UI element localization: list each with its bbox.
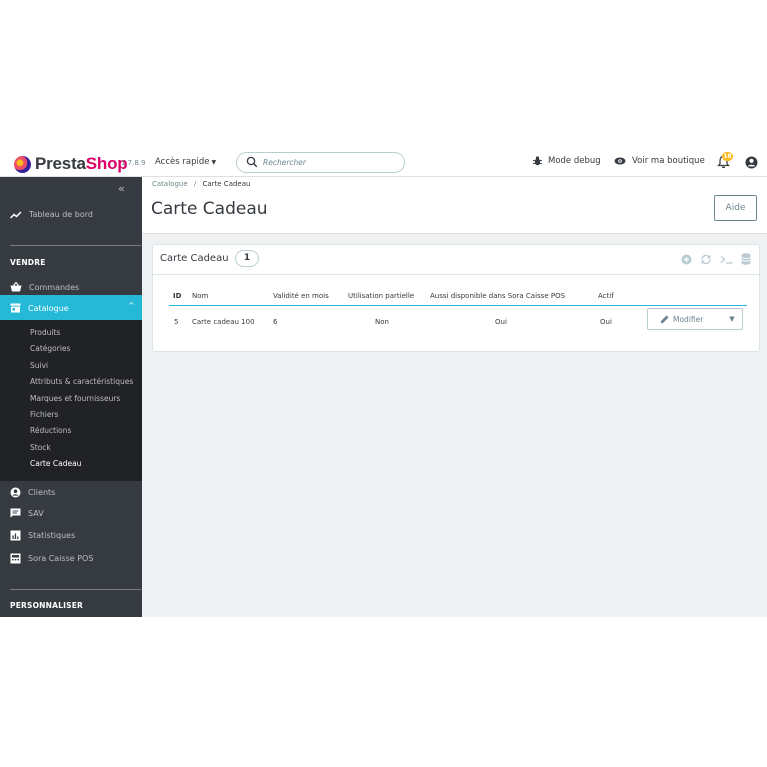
sidebar-item-label: Sora Caisse POS [28,554,94,563]
list-count-badge: 1 [235,250,259,267]
sidebar-item-label: Catalogue [28,303,69,313]
prestashop-logo[interactable]: PrestaShop [14,154,128,174]
sidebar-section-customize: PERSONNALISER [10,601,84,610]
help-button[interactable]: Aide [714,195,757,221]
sidebar-divider [10,589,141,590]
edit-button[interactable]: Modifier [648,309,722,329]
cell-partial-use: Non [375,318,389,326]
submenu-item-files[interactable]: Fichiers [30,410,58,419]
version-label: 1.7.8.9 [121,159,146,167]
sidebar-item-label: SAV [28,508,44,518]
message-icon [10,508,21,518]
add-new-icon[interactable] [681,254,692,265]
panel-title: Carte Cadeau [160,253,229,264]
bug-icon [533,156,542,166]
sidebar-item-catalog-row[interactable]: Catalogue [10,303,69,313]
submenu-item-monitoring[interactable]: Suivi [30,361,48,370]
submenu-item-attributes[interactable]: Attributs & caractéristiques [30,377,133,386]
edit-button-label: Modifier [673,314,704,324]
cell-validity: 6 [273,318,278,326]
sidebar-item-dashboard[interactable]: Tableau de bord [10,210,93,219]
submenu-item-brands[interactable]: Marques et fournisseurs [30,394,120,403]
top-header: PrestaShop 1.7.8.9 Accès rapide▼ Mode de… [0,148,767,177]
quick-access-menu[interactable]: Accès rapide ▼ [155,157,216,167]
cell-id: 5 [174,318,179,326]
database-icon[interactable] [741,253,751,265]
search-icon[interactable] [246,156,258,168]
submenu-item-gift-card[interactable]: Carte Cadeau [30,459,81,468]
sidebar-section-sell: VENDRE [10,258,46,267]
breadcrumb: Catalogue / Carte Cadeau [152,180,250,188]
search-box [236,152,405,173]
cell-name: Carte cadeau 100 [192,318,255,326]
refresh-icon[interactable] [700,254,712,265]
caret-down-icon: ▼ [211,159,217,166]
user-account-icon[interactable] [745,156,758,169]
gift-card-list-panel: Carte Cadeau 1 ID Nom Validité en mois U… [152,244,760,352]
sidebar-item-clients[interactable]: Clients [10,487,55,498]
page-title: Carte Cadeau [151,199,268,219]
sidebar-item-label: Commandes [29,282,80,292]
column-header-active[interactable]: Actif [598,292,614,300]
sidebar-item-orders[interactable]: Commandes [10,282,79,292]
row-actions: Modifier ▼ [647,308,743,330]
column-header-partial-use[interactable]: Utilisation partielle [348,292,414,300]
trending-up-icon [10,210,22,219]
user-circle-icon [10,487,21,498]
submenu-item-discounts[interactable]: Réductions [30,426,71,435]
column-header-id[interactable]: ID [173,292,181,300]
breadcrumb-separator: / [193,180,197,188]
view-shop-link[interactable]: Voir ma boutique [614,156,705,166]
column-header-name[interactable]: Nom [192,292,208,300]
app-window: PrestaShop 1.7.8.9 Accès rapide▼ Mode de… [0,148,767,617]
debug-mode-label: Mode debug [548,156,601,166]
sidebar-item-stats[interactable]: Statistiques [10,530,75,541]
sql-query-icon[interactable] [720,255,733,264]
notifications-count-badge: 18 [722,152,733,161]
column-header-validity[interactable]: Validité en mois [273,292,329,300]
store-icon [10,303,21,313]
sidebar-item-sav[interactable]: SAV [10,508,44,518]
shopping-basket-icon [10,282,22,292]
sidebar-item-label: Statistiques [28,531,76,540]
breadcrumb-current: Carte Cadeau [202,180,251,188]
submenu-item-stock[interactable]: Stock [30,443,51,452]
breadcrumb-parent[interactable]: Catalogue [152,180,188,188]
chevron-up-icon: ^ [128,301,135,310]
more-actions-caret-icon[interactable]: ▼ [722,309,742,329]
search-input[interactable] [263,156,398,169]
sidebar-nav: « Tableau de bord VENDRE Commandes Catal… [0,177,142,617]
debug-mode-link[interactable]: Mode debug [533,156,601,166]
cell-pos-availability: Oui [495,318,507,326]
sidebar-divider [10,245,141,246]
submenu-item-categories[interactable]: Catégories [30,344,70,353]
sidebar-item-label: Clients [28,488,56,497]
quick-access-label: Accès rapide [155,157,210,167]
panel-heading: Carte Cadeau 1 [153,245,759,275]
sidebar-item-sora-pos[interactable]: Sora Caisse POS [10,553,93,564]
cell-active: Oui [600,318,612,326]
collapse-sidebar-icon[interactable]: « [118,182,125,195]
sidebar-item-label: Tableau de bord [29,210,93,219]
bar-chart-icon [10,530,21,541]
prestashop-logo-icon [14,155,31,173]
column-header-pos-availability[interactable]: Aussi disponible dans Sora Caisse POS [430,292,565,300]
pencil-icon [660,315,669,323]
eye-icon [614,157,626,165]
view-shop-label: Voir ma boutique [632,156,705,166]
logo-text-presta: Presta [35,154,86,173]
submenu-item-products[interactable]: Produits [30,328,60,337]
cash-register-icon [10,553,21,564]
panel-actions [681,253,751,265]
